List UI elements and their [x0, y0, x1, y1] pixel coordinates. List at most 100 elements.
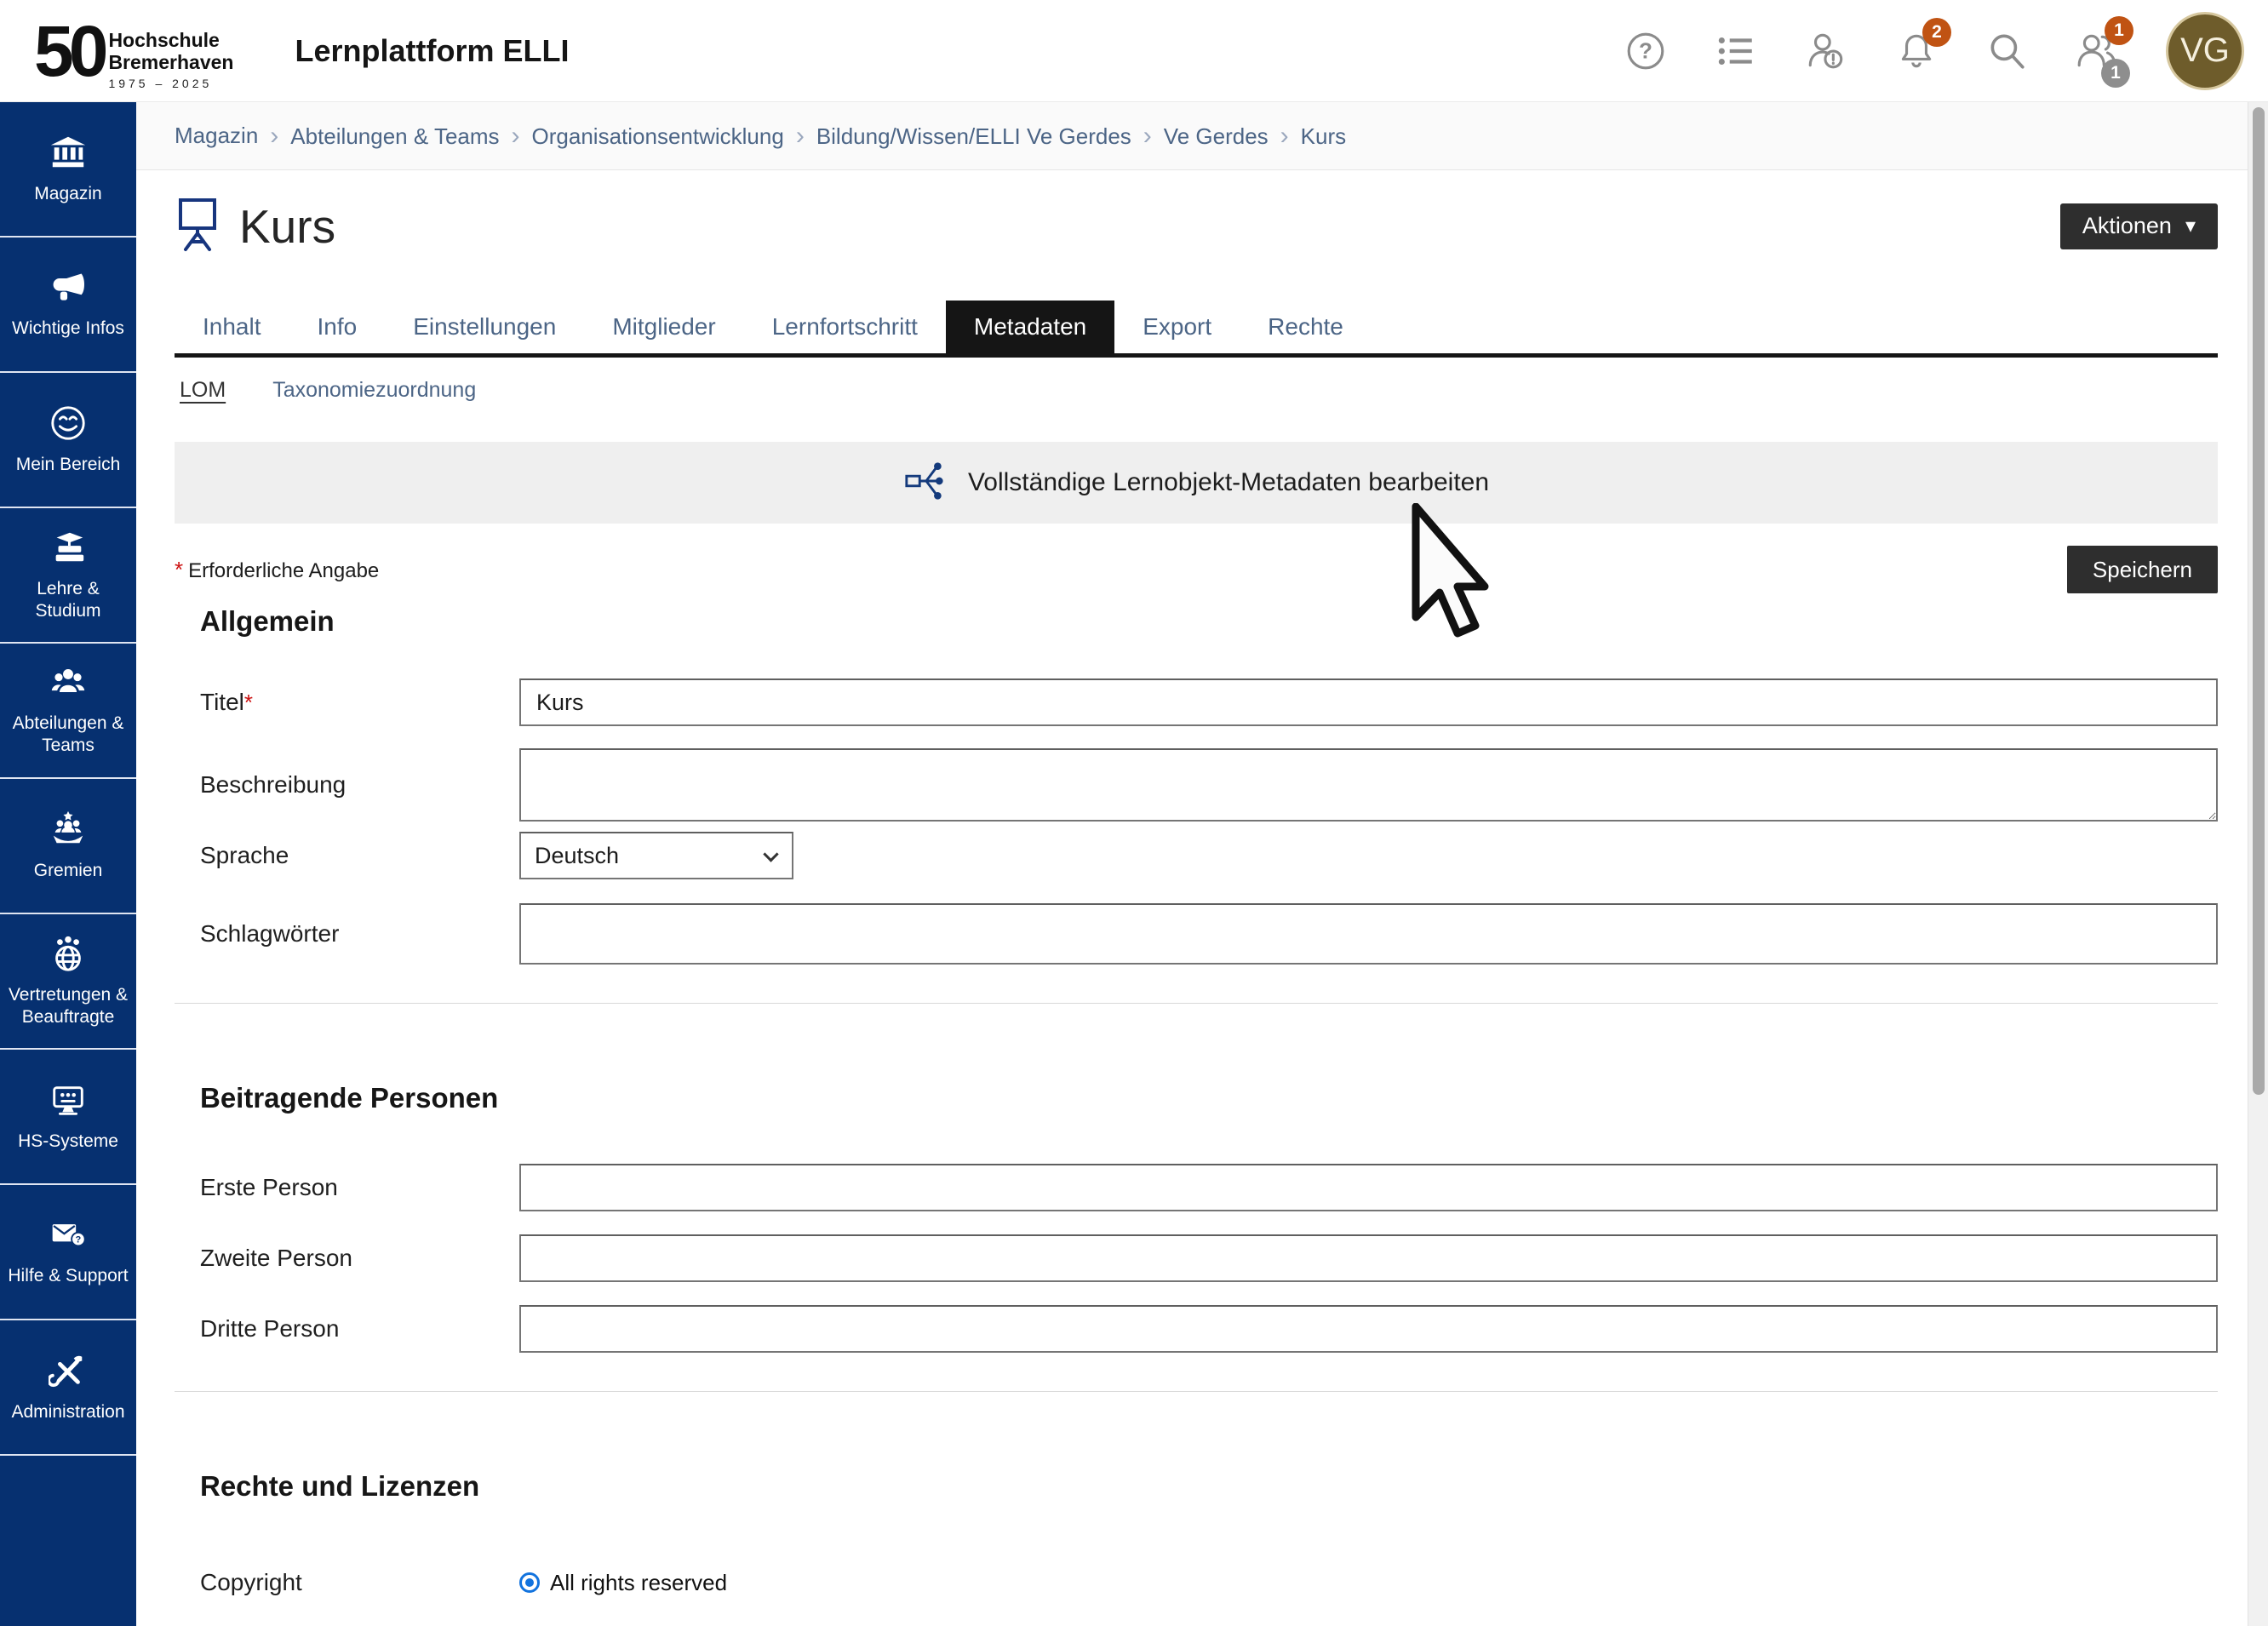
- svg-text:?: ?: [76, 1235, 82, 1245]
- required-note: *Erforderliche Angabe: [175, 557, 379, 583]
- tab-inhalt[interactable]: Inhalt: [175, 301, 289, 353]
- tools-icon: [49, 1351, 88, 1394]
- notifications-bell-icon[interactable]: 2: [1895, 30, 1938, 72]
- contacts-badge-new: 1: [2105, 16, 2133, 45]
- form-row-sprache: Sprache Deutsch: [175, 832, 2218, 879]
- sidebar-item-label: Wichtige Infos: [9, 318, 128, 340]
- banner-label: Vollständige Lernobjekt-Metadaten bearbe…: [968, 468, 1489, 497]
- search-icon[interactable]: [1985, 30, 2028, 72]
- course-easel-icon: [175, 196, 220, 256]
- breadcrumb-item[interactable]: Magazin: [175, 123, 258, 149]
- sidebar-item-lehre-studium[interactable]: Lehre & Studium: [0, 508, 136, 644]
- sidebar-item-abteilungen-teams[interactable]: Abteilungen & Teams: [0, 644, 136, 779]
- sidebar-item-gremien[interactable]: Gremien: [0, 779, 136, 914]
- edit-full-metadata-banner[interactable]: Vollständige Lernobjekt-Metadaten bearbe…: [175, 442, 2218, 524]
- erste-person-input[interactable]: [519, 1164, 2218, 1211]
- tab-bar: Inhalt Info Einstellungen Mitglieder Ler…: [175, 301, 2218, 358]
- books-icon: [49, 528, 88, 571]
- logo-50: 50: [34, 10, 103, 92]
- section-divider: [175, 1391, 2218, 1392]
- save-button[interactable]: Speichern: [2067, 546, 2218, 593]
- sprache-label: Sprache: [175, 842, 519, 869]
- form-row-titel: Titel*: [175, 678, 2218, 726]
- sidebar-item-wichtige-infos[interactable]: Wichtige Infos: [0, 238, 136, 373]
- committee-icon: [48, 810, 89, 853]
- zweite-person-input[interactable]: [519, 1234, 2218, 1282]
- breadcrumb: Magazin Abteilungen & Teams Organisation…: [175, 122, 1346, 151]
- breadcrumb-item[interactable]: Bildung/Wissen/ELLI Ve Gerdes: [796, 122, 1131, 151]
- sidebar-item-label: Gremien: [31, 860, 106, 882]
- copyright-radio-label: All rights reserved: [550, 1570, 727, 1596]
- form-row-beschreibung: Beschreibung: [175, 748, 2218, 822]
- form-row-schlagwoerter: Schlagwörter: [175, 903, 2218, 965]
- page-title: Kurs: [239, 199, 335, 254]
- metadata-hub-icon: [903, 460, 946, 507]
- sidebar-item-magazin[interactable]: Magazin: [0, 102, 136, 238]
- sidebar-item-label: Hilfe & Support: [4, 1265, 131, 1287]
- breadcrumb-item-current[interactable]: Kurs: [1280, 122, 1346, 151]
- logo-line1: Hochschule: [108, 29, 233, 51]
- sidebar-item-label: Lehre & Studium: [0, 578, 136, 622]
- subtab-taxonomiezuordnung[interactable]: Taxonomiezuordnung: [272, 378, 476, 403]
- titel-input[interactable]: [519, 678, 2218, 726]
- breadcrumb-item[interactable]: Organisationsentwicklung: [512, 122, 784, 151]
- app-title: Lernplattform ELLI: [295, 33, 569, 69]
- section-divider: [175, 1003, 2218, 1004]
- sidebar-item-hs-systeme[interactable]: HS-Systeme: [0, 1050, 136, 1185]
- help-icon[interactable]: ?: [1624, 30, 1667, 72]
- flyout-list-icon[interactable]: [1715, 30, 1757, 72]
- header-toolbar: ?: [1624, 12, 2244, 90]
- logo-years: 1975 – 2025: [108, 77, 233, 90]
- sidebar-item-label: Vertretungen & Beauftragte: [0, 984, 136, 1028]
- chevron-down-icon: [763, 846, 778, 862]
- sidebar-item-administration[interactable]: Administration: [0, 1320, 136, 1456]
- form-row-dritte-person: Dritte Person: [175, 1305, 2218, 1353]
- notifications-badge: 2: [1922, 18, 1951, 47]
- beschreibung-label: Beschreibung: [175, 771, 519, 799]
- tab-export[interactable]: Export: [1114, 301, 1240, 353]
- sidebar-item-label: Administration: [8, 1401, 128, 1423]
- sidebar-item-vertretungen[interactable]: Vertretungen & Beauftragte: [0, 914, 136, 1050]
- beschreibung-textarea[interactable]: [519, 748, 2218, 822]
- megaphone-icon: [48, 269, 89, 311]
- section-heading-rechte: Rechte und Lizenzen: [175, 1470, 2218, 1503]
- required-star: *: [244, 690, 253, 715]
- tab-lernfortschritt[interactable]: Lernfortschritt: [744, 301, 946, 353]
- subtab-lom[interactable]: LOM: [180, 378, 226, 403]
- breadcrumb-item[interactable]: Ve Gerdes: [1143, 122, 1269, 151]
- sidebar-item-label: Magazin: [31, 183, 105, 205]
- tab-metadaten[interactable]: Metadaten: [946, 301, 1114, 353]
- tab-rechte[interactable]: Rechte: [1240, 301, 1372, 353]
- copyright-label: Copyright: [175, 1569, 519, 1596]
- university-logo[interactable]: 50 Hochschule Bremerhaven 1975 – 2025: [34, 10, 233, 92]
- section-heading-beitragende: Beitragende Personen: [175, 1082, 2218, 1114]
- sidebar-item-mein-bereich[interactable]: Mein Bereich: [0, 373, 136, 508]
- avatar[interactable]: VG: [2166, 12, 2244, 90]
- breadcrumb-item[interactable]: Abteilungen & Teams: [270, 122, 499, 151]
- contacts-badge-total: 1: [2101, 59, 2130, 88]
- tab-mitglieder[interactable]: Mitglieder: [584, 301, 743, 353]
- scrollbar-thumb[interactable]: [2253, 107, 2265, 1095]
- form-row-erste-person: Erste Person: [175, 1164, 2218, 1211]
- breadcrumb-bar: Magazin Abteilungen & Teams Organisation…: [136, 102, 2248, 170]
- tab-einstellungen[interactable]: Einstellungen: [385, 301, 584, 353]
- smiley-icon: [49, 404, 88, 447]
- bank-icon: [49, 133, 88, 176]
- schlagwoerter-input[interactable]: [519, 903, 2218, 965]
- sidebar-item-hilfe-support[interactable]: ? Hilfe & Support: [0, 1185, 136, 1320]
- contacts-icon[interactable]: 1 1: [2076, 30, 2118, 72]
- sidebar-item-label: Abteilungen & Teams: [0, 713, 136, 757]
- dritte-person-label: Dritte Person: [175, 1315, 519, 1343]
- erste-person-label: Erste Person: [175, 1174, 519, 1201]
- user-status-icon[interactable]: [1805, 30, 1847, 72]
- page-scrollbar[interactable]: [2248, 102, 2268, 1626]
- monitor-icon: [49, 1080, 88, 1124]
- mail-question-icon: ?: [48, 1217, 89, 1258]
- svg-text:?: ?: [1639, 37, 1652, 63]
- dritte-person-input[interactable]: [519, 1305, 2218, 1353]
- sprache-selected-value: Deutsch: [535, 843, 619, 869]
- tab-info[interactable]: Info: [289, 301, 386, 353]
- copyright-radio[interactable]: [519, 1572, 540, 1593]
- actions-button[interactable]: Aktionen: [2060, 203, 2218, 249]
- sprache-select[interactable]: Deutsch: [519, 832, 793, 879]
